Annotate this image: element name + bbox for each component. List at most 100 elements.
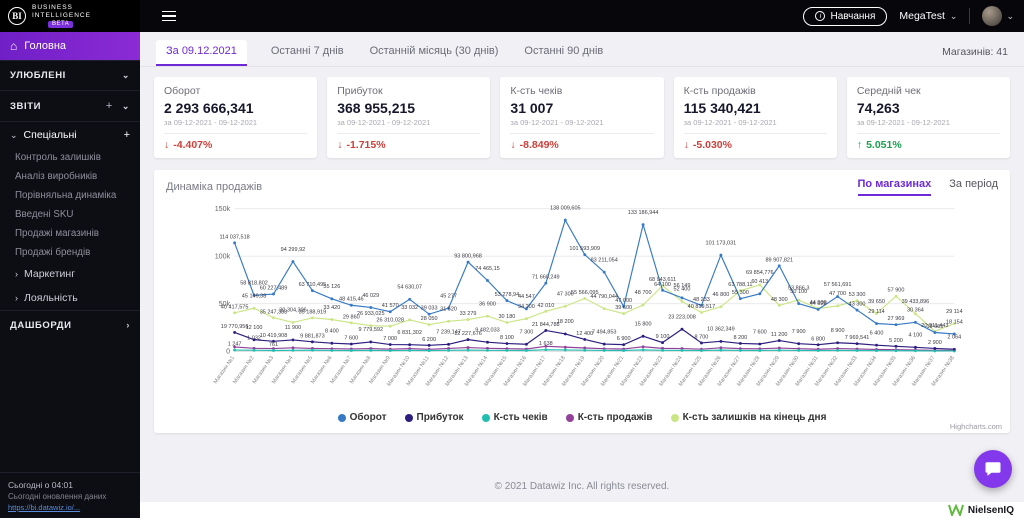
svg-text:45 277: 45 277: [440, 294, 457, 300]
kpi-title: Прибуток: [337, 85, 383, 97]
svg-text:7 600: 7 600: [344, 336, 358, 342]
sidebar-item-stock-control[interactable]: Контроль залишків: [0, 148, 140, 167]
sidebar-section-favorites[interactable]: УЛЮБЛЕНІ ⌄: [0, 60, 140, 90]
chart-title: Динаміка продажів: [166, 181, 263, 193]
svg-text:89 907,821: 89 907,821: [765, 257, 793, 263]
svg-text:53 278,94: 53 278,94: [495, 292, 520, 298]
kpi-change-value: -5.030%: [692, 139, 732, 151]
chart-header: Динаміка продажів По магазинах За період: [166, 178, 998, 196]
filter-tab-90-days[interactable]: Останні 90 днів: [522, 40, 605, 66]
group-label: Спеціальні: [23, 129, 77, 141]
kpi-card-average-check[interactable]: Середній чек 74,263 за 09-12-2021 - 09-1…: [846, 77, 1011, 158]
sidebar-item-label: Головна: [24, 40, 67, 52]
add-icon[interactable]: +: [124, 129, 130, 141]
section-label: ЗВІТИ: [10, 100, 42, 112]
svg-text:53 300: 53 300: [849, 292, 866, 298]
chart-view-tabs: По магазинах За період: [857, 178, 998, 196]
kpi-period: за 09-12-2021 - 09-12-2021: [856, 118, 950, 127]
sidebar-item-comparative-dynamics[interactable]: Порівняльна динаміка: [0, 186, 140, 205]
trend-arrow-icon: ↓: [164, 139, 170, 151]
main-content: За 09.12.2021 Останні 7 днів Останній мі…: [140, 32, 1024, 518]
logo-line2: INTELLIGENCE: [32, 11, 91, 19]
svg-text:8 900: 8 900: [831, 328, 845, 334]
svg-text:71 660,249: 71 660,249: [532, 275, 560, 281]
svg-text:15 800: 15 800: [635, 322, 652, 328]
svg-text:26 310,028: 26 310,028: [376, 318, 404, 324]
sidebar-group-special[interactable]: ⌄ Спеціальні +: [0, 121, 140, 148]
highcharts-credits[interactable]: Highcharts.com: [950, 422, 1002, 431]
kpi-card-profit[interactable]: Прибуток 368 955,215 за 09-12-2021 - 09-…: [327, 77, 491, 158]
svg-text:761: 761: [269, 342, 278, 348]
svg-text:2 064: 2 064: [947, 335, 961, 341]
sidebar-group-loyalty[interactable]: › Лояльність: [0, 286, 140, 310]
trend-arrow-icon: ↓: [337, 139, 343, 151]
svg-text:33 032: 33 032: [401, 305, 418, 311]
user-menu[interactable]: ⌄: [982, 6, 1014, 26]
svg-text:48 300: 48 300: [771, 297, 788, 303]
svg-text:50 100: 50 100: [790, 289, 807, 295]
training-button[interactable]: i Навчання: [803, 6, 888, 26]
legend-dot-icon: [670, 413, 679, 422]
filter-tab-7-days[interactable]: Останні 7 днів: [269, 40, 346, 66]
app-logo[interactable]: BI BUSINESS INTELLIGENCE BETA: [0, 0, 140, 32]
svg-text:21 844,788: 21 844,788: [532, 322, 560, 328]
svg-text:23 223,008: 23 223,008: [668, 314, 696, 320]
svg-text:6 900: 6 900: [617, 336, 631, 342]
svg-text:12 100: 12 100: [246, 325, 263, 331]
svg-text:64 100: 64 100: [654, 282, 671, 288]
filter-tab-30-days[interactable]: Останній місяць (30 днів): [368, 40, 501, 66]
svg-text:6 800: 6 800: [811, 336, 825, 342]
sidebar-item-home[interactable]: ⌂ Головна: [0, 32, 140, 60]
svg-text:1 638: 1 638: [539, 341, 553, 347]
section-label: ДАШБОРДИ: [10, 320, 72, 331]
legend-item[interactable]: К-сть чеків: [481, 412, 548, 423]
svg-text:19 665: 19 665: [926, 324, 943, 330]
group-label: Лояльність: [24, 292, 78, 304]
legend-item[interactable]: Прибуток: [404, 412, 464, 423]
sidebar-section-dashboards[interactable]: ДАШБОРДИ ›: [0, 310, 140, 340]
svg-text:9 100: 9 100: [656, 334, 670, 340]
chevron-down-icon: ⌄: [121, 100, 130, 111]
filter-tab-single-date[interactable]: За 09.12.2021: [156, 40, 247, 66]
legend-item[interactable]: К-сть продажів: [565, 412, 653, 423]
chat-widget-button[interactable]: [974, 450, 1012, 488]
svg-text:33 279: 33 279: [460, 311, 477, 317]
svg-text:42 010: 42 010: [537, 303, 554, 309]
svg-text:7 300: 7 300: [519, 330, 533, 336]
kpi-card-sales-count[interactable]: К-сть продажів 115 340,421 за 09-12-2021…: [673, 77, 837, 158]
sidebar-item-brand-sales[interactable]: Продажі брендів: [0, 243, 140, 262]
svg-text:47 700: 47 700: [829, 291, 846, 297]
svg-text:30 364: 30 364: [907, 308, 924, 314]
svg-text:12 400: 12 400: [576, 331, 593, 337]
update-link[interactable]: https://bi.datawiz.io/...: [8, 503, 132, 512]
legend-item[interactable]: Оборот: [337, 412, 387, 423]
add-report-icon[interactable]: +: [106, 100, 113, 112]
sidebar-item-entered-sku[interactable]: Введені SKU: [0, 205, 140, 224]
legend-item[interactable]: К-сть залишків на кінець дня: [670, 412, 826, 423]
chart-tab-by-period[interactable]: За період: [949, 178, 998, 196]
kpi-card-receipts[interactable]: К-сть чеків 31 007 за 09-12-2021 - 09-12…: [500, 77, 664, 158]
svg-text:2 900: 2 900: [928, 340, 942, 346]
kpi-card-turnover[interactable]: Оборот 2 293 666,341 за 09-12-2021 - 09-…: [154, 77, 318, 158]
svg-text:9 779,592: 9 779,592: [358, 327, 383, 333]
chat-bubble-icon: [985, 462, 1001, 476]
svg-text:44 547: 44 547: [518, 294, 535, 300]
chevron-down-icon: ⌄: [121, 70, 130, 80]
account-menu[interactable]: MegaTest ⌄: [899, 10, 957, 22]
sidebar-item-producers-analysis[interactable]: Аналіз виробників: [0, 167, 140, 186]
chart-legend: Оборот Прибуток К-сть чеків К-сть продажів К…: [166, 410, 998, 423]
chevron-right-icon: ›: [15, 268, 18, 279]
svg-text:48 233: 48 233: [693, 297, 710, 303]
svg-text:9 482,033: 9 482,033: [475, 328, 500, 334]
app-window: BI BUSINESS INTELLIGENCE BETA i Навчання…: [0, 0, 1024, 518]
sidebar-section-reports[interactable]: ЗВІТИ + ⌄: [0, 90, 140, 121]
kpi-period: за 09-12-2021 - 09-12-2021: [510, 118, 604, 127]
svg-text:83 211,054: 83 211,054: [591, 257, 618, 263]
svg-text:74 465,15: 74 465,15: [475, 266, 500, 272]
sidebar-group-marketing[interactable]: › Маркетинг: [0, 262, 140, 286]
chart-tab-by-stores[interactable]: По магазинах: [857, 178, 932, 196]
svg-text:63 710,495: 63 710,495: [299, 282, 327, 288]
sidebar-item-store-sales[interactable]: Продажі магазинів: [0, 224, 140, 243]
menu-toggle-button[interactable]: [158, 7, 180, 26]
legend-dot-icon: [404, 413, 413, 422]
